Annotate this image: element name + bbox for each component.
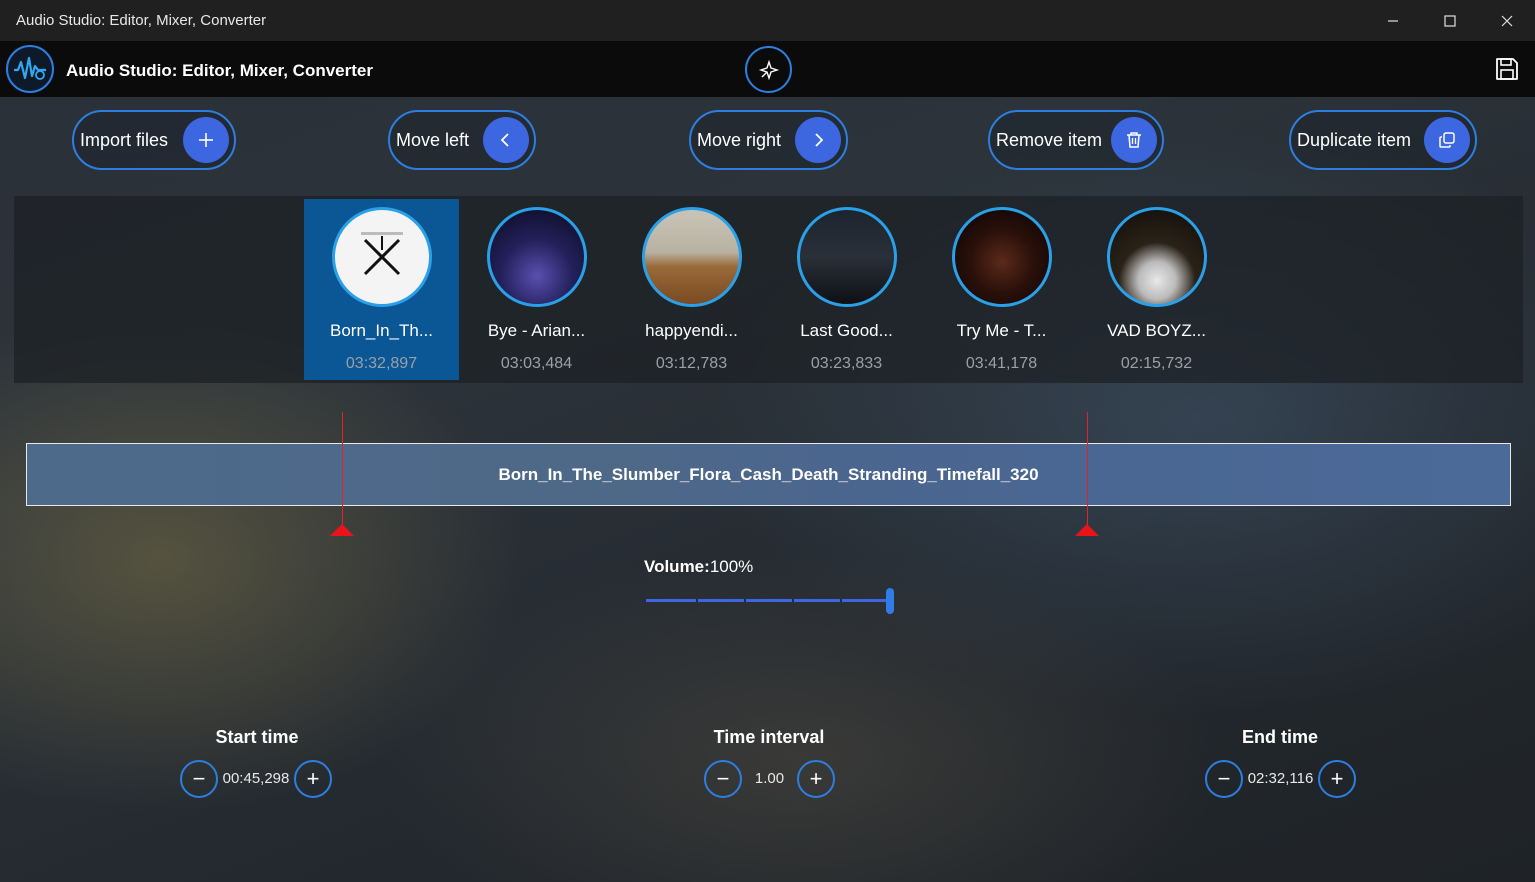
minus-icon: − — [1217, 766, 1231, 791]
start-time-value: 00:45,298 — [222, 770, 290, 787]
magic-wand-icon — [758, 59, 779, 80]
audio-studio-logo — [6, 45, 54, 93]
slider-tick — [792, 599, 794, 602]
time-interval-value: 1.00 — [754, 770, 785, 787]
track-duration: 03:23,833 — [810, 355, 883, 372]
plus-icon: + — [809, 766, 823, 791]
track-name: Try Me - T... — [956, 321, 1047, 340]
trash-icon — [1111, 117, 1157, 163]
volume-slider-track — [644, 599, 890, 602]
album-art — [797, 207, 897, 307]
start-time-label: Start time — [215, 727, 299, 747]
end-time-decrease-button[interactable]: − — [1205, 760, 1243, 798]
move-right-button[interactable]: Move right — [689, 110, 848, 170]
track-duration: 03:32,897 — [345, 355, 418, 372]
remove-item-button[interactable]: Remove item — [988, 110, 1164, 170]
volume-label: Volume:100% — [644, 557, 753, 577]
end-time-increase-button[interactable]: + — [1318, 760, 1356, 798]
track-name: happyendi... — [645, 321, 738, 340]
end-marker-line — [1087, 412, 1088, 529]
maximize-button[interactable] — [1422, 0, 1478, 41]
minimize-icon — [1388, 19, 1398, 22]
volume-caption: Volume: — [644, 557, 710, 576]
slider-tick — [840, 599, 842, 602]
time-interval-label: Time interval — [713, 727, 825, 747]
track-item[interactable]: Last Good... 03:23,833 — [769, 199, 924, 380]
track-name: Born_In_Th... — [329, 321, 433, 340]
waveform-bar[interactable]: Born_In_The_Slumber_Flora_Cash_Death_Str… — [26, 443, 1511, 506]
slider-tick — [644, 599, 646, 602]
track-item[interactable]: Born_In_Th... 03:32,897 — [304, 199, 459, 380]
album-art — [487, 207, 587, 307]
time-interval-increase-button[interactable]: + — [797, 760, 835, 798]
move-left-button[interactable]: Move left — [388, 110, 536, 170]
copy-icon — [1424, 117, 1470, 163]
window-title-bar: Audio Studio: Editor, Mixer, Converter — [0, 0, 1535, 41]
start-time-decrease-button[interactable]: − — [180, 760, 218, 798]
maximize-icon — [1444, 14, 1456, 27]
app-title: Audio Studio: Editor, Mixer, Converter — [66, 61, 373, 80]
album-art — [1107, 207, 1207, 307]
effects-button[interactable] — [745, 46, 792, 93]
volume-slider-thumb[interactable] — [886, 588, 894, 614]
move-left-label: Move left — [396, 129, 470, 150]
save-button[interactable] — [1492, 54, 1522, 84]
import-files-label: Import files — [80, 129, 169, 150]
plus-icon: + — [306, 766, 320, 791]
slider-tick — [696, 599, 698, 602]
start-marker-line — [342, 412, 343, 529]
track-item[interactable]: Try Me - T... 03:41,178 — [924, 199, 1079, 380]
duplicate-item-label: Duplicate item — [1297, 129, 1412, 150]
app-header: Audio Studio: Editor, Mixer, Converter — [0, 41, 1535, 97]
minimize-button[interactable] — [1365, 0, 1421, 41]
album-art — [642, 207, 742, 307]
album-art — [952, 207, 1052, 307]
duplicate-item-button[interactable]: Duplicate item — [1289, 110, 1477, 170]
end-time-label: End time — [1241, 727, 1318, 747]
close-button[interactable] — [1479, 0, 1535, 41]
chevron-right-icon — [795, 117, 841, 163]
track-name: Bye - Arian... — [487, 321, 586, 340]
volume-value: 100% — [709, 557, 754, 576]
track-duration: 03:03,484 — [500, 355, 573, 372]
move-right-label: Move right — [697, 129, 782, 150]
save-icon — [1496, 58, 1518, 80]
tracks-list: Born_In_Th... 03:32,897 Bye - Arian... 0… — [14, 196, 1523, 383]
track-name: VAD BOYZ... — [1107, 321, 1206, 340]
chevron-left-icon — [483, 117, 529, 163]
plus-icon: + — [1330, 766, 1344, 791]
track-duration: 03:41,178 — [965, 355, 1038, 372]
track-name: Last Good... — [800, 321, 893, 340]
track-item[interactable]: VAD BOYZ... 02:15,732 — [1079, 199, 1234, 380]
plus-icon — [183, 117, 229, 163]
track-item[interactable]: Bye - Arian... 03:03,484 — [459, 199, 614, 380]
volume-slider[interactable] — [644, 588, 894, 614]
track-item[interactable]: happyendi... 03:12,783 — [614, 199, 769, 380]
window-title: Audio Studio: Editor, Mixer, Converter — [16, 12, 267, 29]
track-duration: 03:12,783 — [655, 355, 728, 372]
track-duration: 02:15,732 — [1120, 355, 1193, 372]
close-icon — [1501, 15, 1513, 26]
start-time-increase-button[interactable]: + — [294, 760, 332, 798]
slider-tick — [744, 599, 746, 602]
time-interval-decrease-button[interactable]: − — [704, 760, 742, 798]
minus-icon: − — [716, 766, 730, 791]
current-file-name: Born_In_The_Slumber_Flora_Cash_Death_Str… — [498, 464, 1039, 484]
minus-icon: − — [192, 766, 206, 791]
import-files-button[interactable]: Import files — [72, 110, 236, 170]
end-time-value: 02:32,116 — [1247, 770, 1314, 787]
album-art — [332, 207, 432, 307]
remove-item-label: Remove item — [996, 129, 1103, 150]
start-marker-handle[interactable] — [330, 524, 354, 536]
end-marker-handle[interactable] — [1075, 524, 1099, 536]
